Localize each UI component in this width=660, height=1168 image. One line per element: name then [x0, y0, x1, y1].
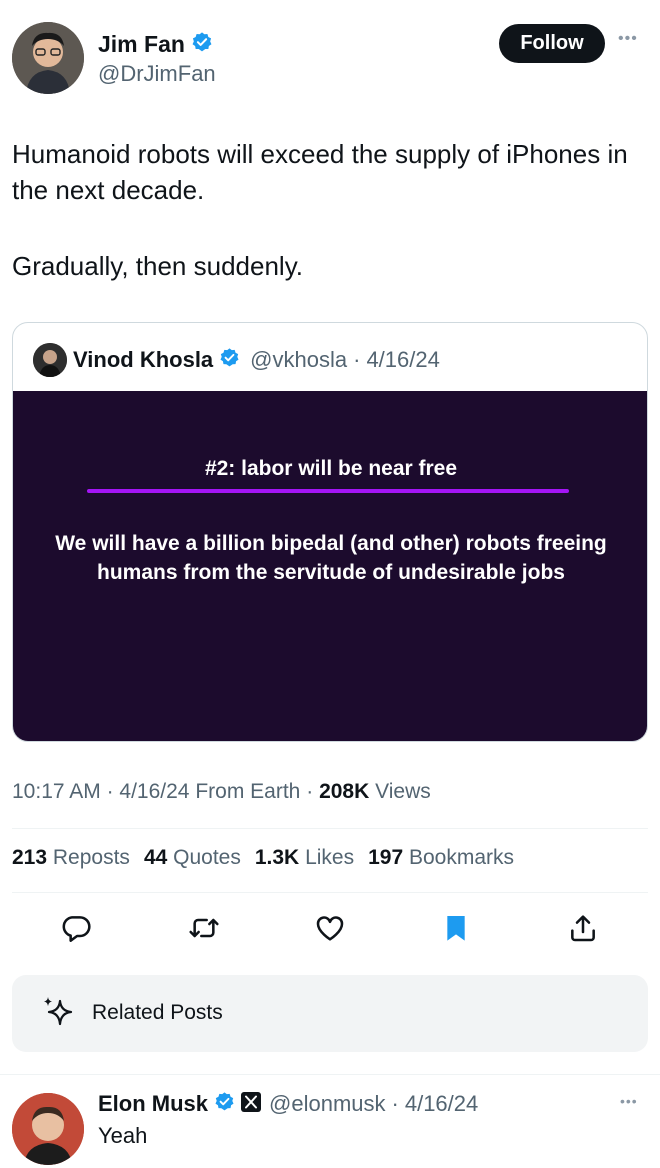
- views-label: Views: [375, 780, 431, 803]
- related-posts-button[interactable]: Related Posts: [12, 975, 648, 1052]
- follow-button[interactable]: Follow: [499, 24, 605, 63]
- post-date[interactable]: 4/16/24: [119, 780, 189, 803]
- slide-body: We will have a billion bipedal (and othe…: [55, 532, 607, 584]
- quoted-post-date: 4/16/24: [366, 347, 440, 372]
- quoted-media-slide[interactable]: #2: labor will be near free We will have…: [13, 391, 647, 741]
- bookmark-icon[interactable]: [440, 912, 472, 944]
- bookmarks-stat[interactable]: 197 Bookmarks: [368, 846, 514, 870]
- slide-title: #2: labor will be near free: [204, 457, 458, 480]
- tweet-header: Jim Fan @DrJimFan Follow •••: [0, 0, 660, 100]
- reposts-count: 213: [12, 846, 48, 869]
- related-posts-label: Related Posts: [92, 1001, 223, 1024]
- separator-dot: ·: [353, 347, 361, 372]
- verified-badge-icon: [191, 31, 213, 58]
- author-handle[interactable]: @DrJimFan: [98, 61, 216, 87]
- like-icon[interactable]: [314, 912, 346, 944]
- quotes-label: Quotes: [173, 846, 241, 869]
- reply-text: Yeah: [98, 1123, 148, 1148]
- reply-author-name[interactable]: Elon Musk: [98, 1091, 208, 1117]
- more-options-icon[interactable]: •••: [618, 30, 638, 48]
- share-icon[interactable]: [567, 912, 599, 944]
- more-options-icon[interactable]: •••: [620, 1093, 638, 1109]
- x-affiliation-icon: [241, 1091, 262, 1117]
- tweet-body: Humanoid robots will exceed the supply o…: [12, 136, 652, 324]
- bookmarks-count: 197: [368, 846, 404, 869]
- reply-post[interactable]: Elon Musk @elonmusk · 4/16/24 Yeah •••: [0, 1074, 660, 1168]
- quoted-author-handle: @vkhosla: [250, 347, 348, 372]
- reply-author-handle[interactable]: @elonmusk: [269, 1091, 386, 1117]
- post-time[interactable]: 10:17 AM: [12, 780, 101, 803]
- tweet-paragraph: Gradually, then suddenly.: [12, 251, 303, 281]
- author-avatar[interactable]: [12, 22, 84, 94]
- author-name-row: Jim Fan: [98, 30, 213, 58]
- likes-count: 1.3K: [254, 846, 300, 869]
- sparkle-icon: [38, 993, 78, 1033]
- engagement-stats: 213 Reposts 44 Quotes 1.3K Likes 197 Boo…: [12, 846, 514, 870]
- separator-dot: ·: [306, 780, 314, 803]
- verified-badge-icon: [214, 1091, 235, 1117]
- bookmarks-label: Bookmarks: [408, 846, 515, 869]
- likes-label: Likes: [305, 846, 355, 869]
- quotes-stat[interactable]: 44 Quotes: [144, 846, 241, 870]
- verified-badge-icon: [219, 347, 240, 373]
- quoted-post-card[interactable]: Vinod Khosla @vkhosla · 4/16/24 #2: labo…: [12, 322, 648, 742]
- quoted-author-avatar: [33, 343, 67, 377]
- reposts-stat[interactable]: 213 Reposts: [12, 846, 130, 870]
- reply-author-avatar[interactable]: [12, 1093, 84, 1165]
- reply-header: Elon Musk @elonmusk · 4/16/24: [98, 1091, 478, 1117]
- reposts-label: Reposts: [52, 846, 130, 869]
- divider: [12, 828, 648, 829]
- author-name[interactable]: Jim Fan: [98, 30, 185, 58]
- repost-icon[interactable]: [188, 912, 220, 944]
- quoted-author-name: Vinod Khosla: [73, 347, 214, 372]
- reply-icon[interactable]: [60, 912, 92, 944]
- quotes-count: 44: [143, 846, 168, 869]
- views-count: 208K: [319, 780, 370, 803]
- reply-date[interactable]: 4/16/24: [405, 1091, 478, 1117]
- slide-divider: [87, 489, 569, 493]
- separator-dot: ·: [391, 1091, 399, 1116]
- action-bar: [0, 908, 660, 952]
- separator-dot: ·: [106, 780, 114, 803]
- post-metadata: 10:17 AM · 4/16/24 From Earth · 208K Vie…: [12, 780, 431, 804]
- likes-stat[interactable]: 1.3K Likes: [255, 846, 354, 870]
- quoted-post-header: Vinod Khosla @vkhosla · 4/16/24: [33, 343, 440, 377]
- tweet-paragraph: Humanoid robots will exceed the supply o…: [12, 139, 628, 205]
- divider: [12, 892, 648, 893]
- post-source: From Earth: [195, 780, 301, 803]
